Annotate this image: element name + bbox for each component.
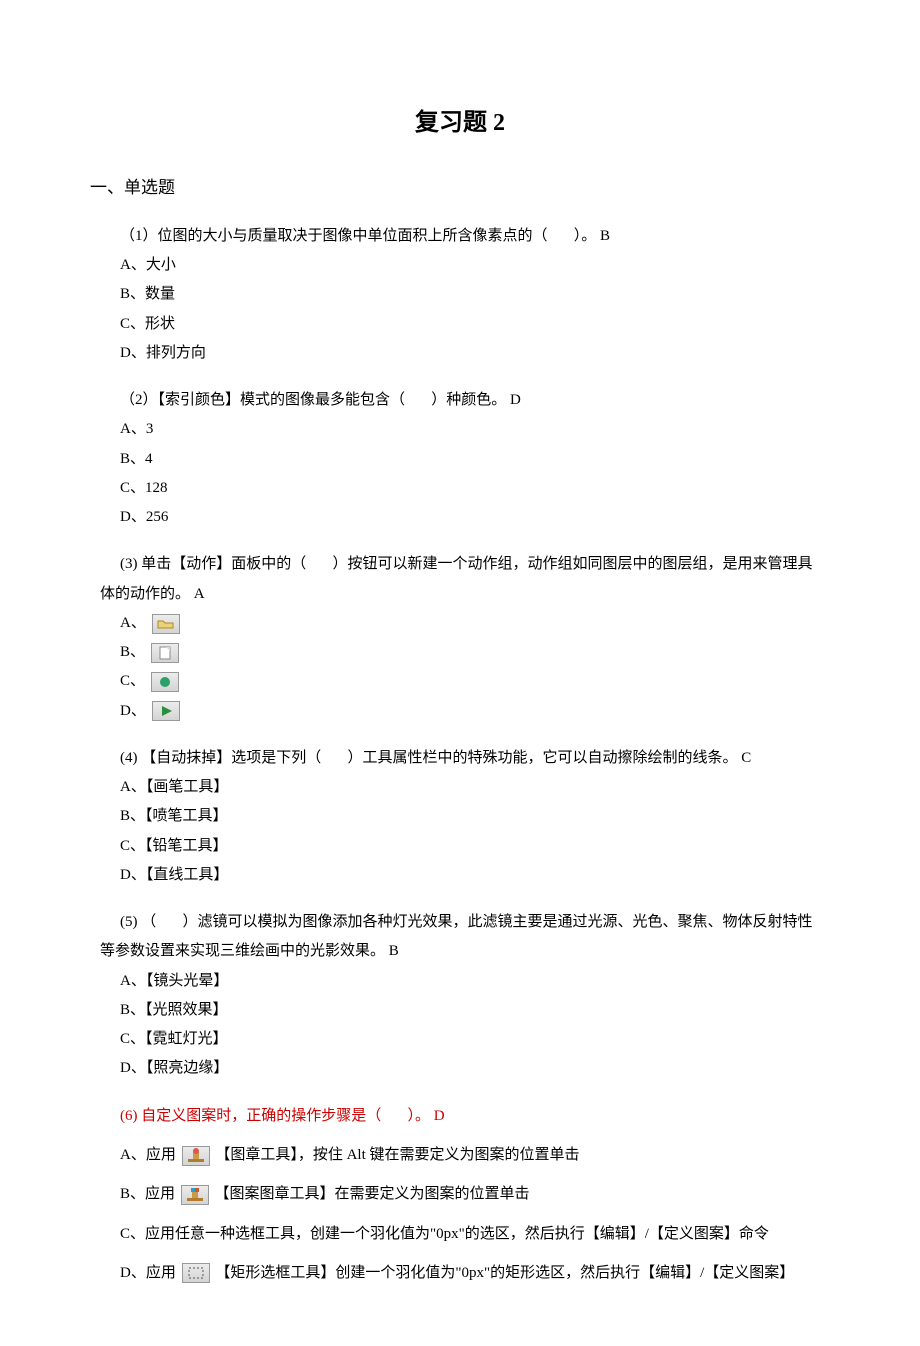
record-icon xyxy=(151,672,179,692)
q2-prompt-b: ）种颜色。 xyxy=(431,392,506,408)
q1-answer: B xyxy=(600,228,610,244)
q5-option-c: C、【霓虹灯光】 xyxy=(120,1025,820,1054)
q5-prompt-b: ）滤镜可以模拟为图像添加各种灯光效果，此滤镜主要是通过光源、光色、聚焦、物体反射… xyxy=(100,914,813,959)
q3-option-b: B、 xyxy=(120,644,145,660)
q6-option-d-pre: D、应用 xyxy=(120,1265,176,1281)
q3-prompt-a: (3) 单击【动作】面板中的（ xyxy=(120,556,306,572)
q1-prompt-a: （1）位图的大小与质量取决于图像中单位面积上所含像素点的（ xyxy=(120,228,548,244)
q3-answer: A xyxy=(194,586,205,602)
q5-option-b: B、【光照效果】 xyxy=(120,996,820,1025)
new-page-icon xyxy=(151,643,179,663)
question-1: （1）位图的大小与质量取决于图像中单位面积上所含像素点的（ ）。 B A、大小 … xyxy=(100,222,820,368)
q3-option-c: C、 xyxy=(120,673,145,689)
q4-option-b: B、【喷笔工具】 xyxy=(120,802,820,831)
play-icon xyxy=(152,701,180,721)
q5-answer: B xyxy=(389,943,399,959)
page-title: 复习题 2 xyxy=(100,100,820,147)
q1-option-b: B、数量 xyxy=(120,280,820,309)
q2-prompt-a: （2）【索引颜色】模式的图像最多能包含（ xyxy=(120,392,405,408)
q2-option-d: D、256 xyxy=(120,503,820,532)
q2-option-a: A、3 xyxy=(120,415,820,444)
q5-option-d: D、【照亮边缘】 xyxy=(120,1054,820,1083)
q1-option-c: C、形状 xyxy=(120,310,820,339)
q4-prompt-a: (4) 【自动抹掉】选项是下列（ xyxy=(120,750,321,766)
q6-option-b-pre: B、应用 xyxy=(120,1186,175,1202)
section-heading: 一、单选题 xyxy=(90,171,820,204)
question-2: （2）【索引颜色】模式的图像最多能包含（ ）种颜色。 D A、3 B、4 C、1… xyxy=(100,386,820,532)
folder-icon xyxy=(152,614,180,634)
q4-option-d: D、【直线工具】 xyxy=(120,861,820,890)
q1-option-a: A、大小 xyxy=(120,251,820,280)
q2-option-c: C、128 xyxy=(120,474,820,503)
question-3: (3) 单击【动作】面板中的（ ）按钮可以新建一个动作组，动作组如同图层中的图层… xyxy=(100,550,820,726)
q3-option-d: D、 xyxy=(120,703,146,719)
q2-answer: D xyxy=(510,392,521,408)
q3-option-a: A、 xyxy=(120,615,146,631)
pattern-stamp-tool-icon xyxy=(181,1185,209,1205)
q1-prompt-b: ）。 xyxy=(574,228,597,244)
q6-option-d-post: 【矩形选框工具】创建一个羽化值为"0px"的矩形选区，然后执行【编辑】/【定义图… xyxy=(215,1265,794,1281)
question-6: (6) 自定义图案时，正确的操作步骤是（ ）。 D A、应用 【图章工具】，按住… xyxy=(100,1102,820,1288)
q6-prompt-a: (6) 自定义图案时，正确的操作步骤是（ xyxy=(120,1108,381,1124)
stamp-tool-icon xyxy=(182,1146,210,1166)
q6-answer: D xyxy=(434,1108,445,1124)
rect-marquee-tool-icon xyxy=(182,1263,210,1283)
q1-option-d: D、排列方向 xyxy=(120,339,820,368)
question-5: (5) （ ）滤镜可以模拟为图像添加各种灯光效果，此滤镜主要是通过光源、光色、聚… xyxy=(100,908,820,1084)
q6-option-a-pre: A、应用 xyxy=(120,1147,176,1163)
q6-option-a-post: 【图章工具】，按住 Alt 键在需要定义为图案的位置单击 xyxy=(215,1147,579,1163)
q6-option-b-post: 【图案图章工具】在需要定义为图案的位置单击 xyxy=(215,1186,530,1202)
q2-option-b: B、4 xyxy=(120,445,820,474)
q5-prompt-a: (5) （ xyxy=(120,914,156,930)
q4-answer: C xyxy=(741,750,751,766)
question-4: (4) 【自动抹掉】选项是下列（ ）工具属性栏中的特殊功能，它可以自动擦除绘制的… xyxy=(100,744,820,890)
q4-option-a: A、【画笔工具】 xyxy=(120,773,820,802)
q6-option-c: C、应用任意一种选框工具，创建一个羽化值为"0px"的选区，然后执行【编辑】/【… xyxy=(120,1220,820,1249)
q4-option-c: C、【铅笔工具】 xyxy=(120,832,820,861)
q6-prompt-b: ）。 xyxy=(408,1108,431,1124)
q5-option-a: A、【镜头光晕】 xyxy=(120,967,820,996)
q4-prompt-b: ）工具属性栏中的特殊功能，它可以自动擦除绘制的线条。 xyxy=(348,750,738,766)
